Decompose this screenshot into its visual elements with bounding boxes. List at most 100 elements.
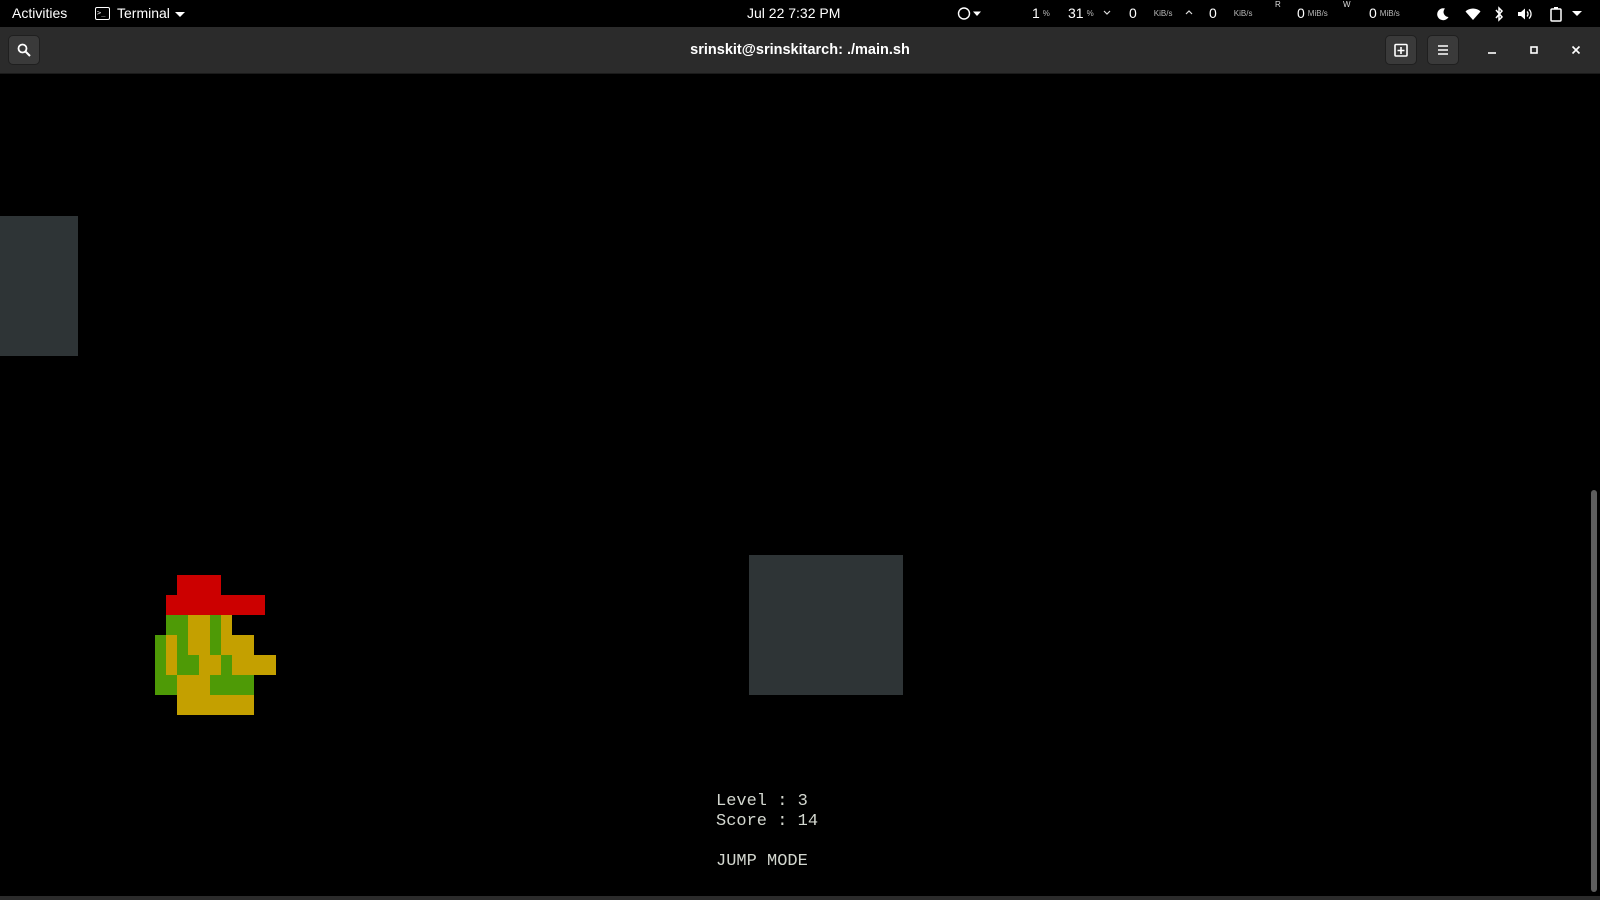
- sprite-pixel: [254, 655, 265, 675]
- close-icon: [1571, 45, 1581, 55]
- sprite-pixel: [221, 675, 232, 695]
- sprite-pixel: [232, 655, 243, 675]
- sprite-pixel: [210, 595, 221, 615]
- disk-write-indicator[interactable]: W 0 MiB/s: [1343, 0, 1400, 27]
- chevron-down-icon: [174, 11, 185, 17]
- sprite-pixel: [210, 635, 221, 655]
- sprite-pixel: [188, 695, 199, 715]
- sprite-pixel: [166, 675, 177, 695]
- player-sprite: [155, 575, 276, 715]
- circle-indicator-button[interactable]: [957, 0, 985, 27]
- net-down-arrow-icon: [1102, 0, 1112, 27]
- chevron-down-icon: [1571, 11, 1582, 16]
- sprite-pixel: [210, 695, 221, 715]
- sprite-pixel: [210, 575, 221, 595]
- sprite-pixel: [243, 655, 254, 675]
- terminal-view[interactable]: Level : 3 Score : 14 JUMP MODE: [0, 74, 1586, 896]
- disk-read-value: 0: [1297, 5, 1305, 21]
- memory-unit: %: [1086, 9, 1094, 18]
- net-down-indicator[interactable]: 0 KiB/s: [1129, 0, 1172, 27]
- sprite-pixel: [232, 695, 243, 715]
- sprite-pixel: [177, 655, 188, 675]
- sprite-pixel: [221, 595, 232, 615]
- sprite-pixel: [243, 635, 254, 655]
- sprite-pixel: [177, 575, 188, 595]
- net-up-arrow-icon: [1184, 0, 1194, 27]
- sprite-pixel: [232, 675, 243, 695]
- sprite-pixel: [232, 595, 243, 615]
- disk-write-label: W: [1343, 0, 1351, 9]
- sprite-pixel: [177, 635, 188, 655]
- sprite-pixel: [199, 655, 210, 675]
- net-up-indicator[interactable]: 0 KiB/s: [1209, 0, 1252, 27]
- maximize-icon: [1530, 46, 1538, 54]
- volume-icon: [1514, 0, 1536, 27]
- menu-button[interactable]: [1427, 35, 1459, 65]
- sprite-pixel: [199, 695, 210, 715]
- sprite-pixel: [188, 595, 199, 615]
- clock-button[interactable]: Jul 22 7:32 PM: [747, 0, 840, 27]
- net-up-unit: KiB/s: [1233, 9, 1253, 18]
- disk-read-indicator[interactable]: R 0 MiB/s: [1273, 0, 1328, 27]
- disk-write-unit: MiB/s: [1379, 9, 1400, 18]
- sprite-pixel: [177, 695, 188, 715]
- terminal-app-icon: [95, 6, 110, 20]
- sprite-pixel: [199, 635, 210, 655]
- sprite-pixel: [221, 635, 232, 655]
- cpu-unit: %: [1042, 9, 1050, 18]
- sprite-pixel: [199, 675, 210, 695]
- sprite-pixel: [177, 595, 188, 615]
- sprite-pixel: [188, 655, 199, 675]
- net-down-unit: KiB/s: [1153, 9, 1173, 18]
- net-down-value: 0: [1129, 5, 1137, 21]
- search-button[interactable]: [8, 35, 40, 65]
- system-menu-button[interactable]: [1541, 0, 1589, 27]
- memory-value: 31: [1068, 5, 1084, 21]
- terminal-scrollbar[interactable]: [1586, 74, 1600, 896]
- sprite-pixel: [232, 635, 243, 655]
- sprite-pixel: [210, 675, 221, 695]
- sprite-pixel: [166, 615, 177, 635]
- sprite-pixel: [188, 635, 199, 655]
- sprite-pixel: [188, 615, 199, 635]
- disk-read-unit: MiB/s: [1307, 9, 1328, 18]
- sprite-pixel: [243, 675, 254, 695]
- mode-text: JUMP MODE: [716, 852, 808, 871]
- sprite-pixel: [243, 695, 254, 715]
- window-bottom-border: [0, 896, 1600, 900]
- scrollbar-thumb[interactable]: [1591, 490, 1597, 892]
- top-bar: Activities Terminal Jul 22 7:32 PM 1% 31…: [0, 0, 1600, 27]
- sprite-pixel: [188, 675, 199, 695]
- sprite-pixel: [221, 615, 232, 635]
- circle-indicator-icon: [957, 7, 981, 20]
- sprite-pixel: [265, 655, 276, 675]
- sprite-pixel: [199, 575, 210, 595]
- minimize-button[interactable]: [1480, 38, 1504, 62]
- maximize-button[interactable]: [1522, 38, 1546, 62]
- cpu-value: 1: [1032, 5, 1040, 21]
- sprite-pixel: [254, 595, 265, 615]
- activities-button[interactable]: Activities: [12, 0, 67, 27]
- sprite-pixel: [155, 675, 166, 695]
- window-title: srinskit@srinskitarch: ./main.sh: [690, 42, 910, 58]
- sprite-pixel: [210, 655, 221, 675]
- memory-indicator[interactable]: 31%: [1068, 0, 1094, 27]
- cpu-indicator[interactable]: 1%: [1032, 0, 1050, 27]
- new-tab-icon: [1394, 43, 1408, 57]
- search-icon: [17, 43, 31, 57]
- close-button[interactable]: [1564, 38, 1588, 62]
- sprite-pixel: [155, 635, 166, 655]
- new-tab-button[interactable]: [1385, 35, 1417, 65]
- minimize-icon: [1488, 52, 1496, 54]
- clock-label: Jul 22 7:32 PM: [747, 5, 841, 21]
- terminal-headerbar: srinskit@srinskitarch: ./main.sh: [0, 27, 1600, 74]
- hamburger-menu-icon: [1438, 45, 1448, 55]
- sprite-pixel: [166, 595, 177, 615]
- bluetooth-icon: [1489, 0, 1509, 27]
- battery-icon: [1549, 6, 1562, 22]
- level-text: Level : 3: [716, 792, 808, 811]
- activities-label: Activities: [12, 5, 68, 21]
- app-menu-label: Terminal: [117, 5, 170, 21]
- app-menu-button[interactable]: Terminal: [95, 0, 185, 27]
- net-up-value: 0: [1209, 5, 1217, 21]
